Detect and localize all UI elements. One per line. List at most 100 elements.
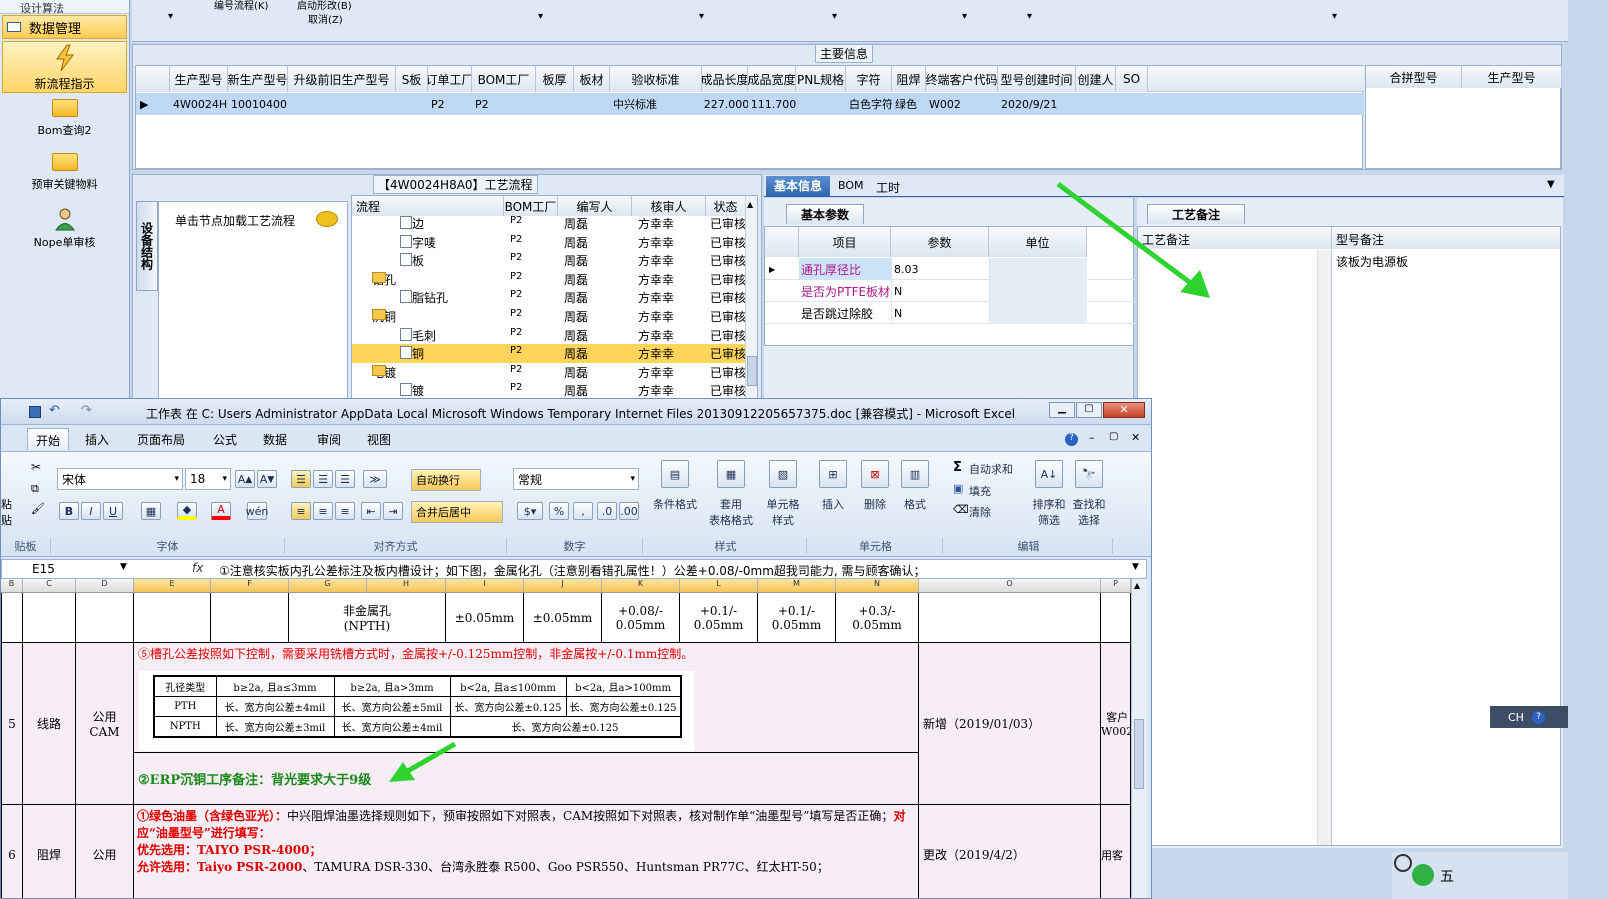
insert-cells-icon[interactable]: ⊞ [819, 460, 847, 488]
close-button[interactable]: ✕ [1103, 402, 1145, 418]
process-notes-textarea[interactable] [1138, 250, 1332, 845]
clear-button[interactable]: 清除 [969, 504, 991, 520]
ribbon-tab[interactable]: 数据 [255, 428, 295, 450]
param-value[interactable]: N [891, 302, 989, 324]
tree-scrollbar[interactable]: ▲ [745, 196, 757, 400]
nav-item-bom-query[interactable]: Bom查询2 [0, 95, 129, 149]
main-info-cell[interactable]: 2020/9/21 [998, 93, 1076, 115]
tree-row[interactable]: 沉铜 P2 周磊 方幸幸 已审核 [352, 344, 747, 363]
column-header[interactable]: L [680, 579, 758, 593]
main-info-cell[interactable] [536, 93, 574, 115]
main-info-cell[interactable]: 中兴标准 [610, 93, 702, 115]
ribbon-min-button[interactable]: – [1089, 431, 1095, 444]
align-left-icon[interactable]: ≡ [291, 502, 311, 520]
outdent-icon[interactable]: ⇤ [361, 502, 381, 520]
conditional-format-button[interactable]: 条件格式 [651, 496, 699, 512]
nav-item-new-process[interactable]: 新流程指示 [2, 41, 127, 93]
column-header[interactable]: N [836, 579, 919, 593]
cut-icon[interactable]: ✂ [31, 460, 41, 474]
main-info-cell[interactable]: 227.000 [702, 93, 748, 115]
tree-row[interactable]: 铣边 P2 周磊 方幸幸 已审核 [352, 214, 747, 233]
help-icon[interactable]: ? [1531, 710, 1545, 724]
find-select-icon[interactable]: 🔭 [1075, 460, 1103, 488]
nav-top-item[interactable]: 设计算法 [0, 0, 129, 15]
worksheet[interactable]: BCDEFGHIJKLMNOP 非金属孔 (NPTH) ±0.05mm ±0.0… [1, 579, 1131, 898]
delete-cells-icon[interactable]: ⊠ [861, 460, 889, 488]
align-middle-icon[interactable]: ☰ [313, 470, 333, 488]
nav-item-nope-review[interactable]: Nope单审核 [0, 203, 129, 257]
main-info-cell[interactable] [396, 93, 428, 115]
percent-icon[interactable]: % [549, 502, 569, 520]
tree-row[interactable]: ⊟沉铜 P2 周磊 方幸幸 已审核 [352, 307, 747, 326]
column-header[interactable]: M [758, 579, 836, 593]
fill-button[interactable]: 填充 [969, 483, 991, 499]
conditional-format-icon[interactable]: ▤ [661, 460, 689, 488]
ribbon-tab[interactable]: 页面布局 [129, 428, 193, 450]
column-header[interactable]: B [1, 579, 23, 593]
paste-label[interactable]: 粘贴 [1, 496, 15, 528]
tree-row[interactable]: ⊟电镀 P2 周磊 方幸幸 已审核 [352, 363, 747, 382]
vertical-tab-structure[interactable]: 设备结构 [136, 201, 158, 291]
maximize-button[interactable]: ▢ [1076, 402, 1102, 418]
merge-center-button[interactable]: 合并后居中 [411, 501, 503, 523]
ribbon-tab[interactable]: 插入 [77, 428, 117, 450]
sort-filter-icon[interactable]: A↓ [1035, 460, 1063, 488]
fill-icon[interactable]: ▣ [953, 482, 963, 495]
comma-icon[interactable]: , [573, 502, 593, 520]
dropdown-arrow-icon[interactable]: ▾ [168, 11, 173, 22]
nav-item-key-material[interactable]: 预审关键物料 [0, 149, 129, 203]
delete-cells-button[interactable]: 删除 [857, 496, 893, 512]
dropdown-arrow-icon[interactable]: ▾ [832, 11, 837, 22]
sort-filter-button[interactable]: 排序和 筛选 [1027, 496, 1071, 528]
main-info-cell[interactable] [574, 93, 610, 115]
main-info-cell[interactable] [1076, 93, 1116, 115]
column-header[interactable]: H [367, 579, 446, 593]
ribbon-restore-button[interactable]: ▢ [1109, 431, 1118, 442]
tree-row[interactable]: 打字唛 P2 周磊 方幸幸 已审核 [352, 233, 747, 252]
font-color-icon[interactable]: A [211, 502, 231, 520]
formula-text[interactable]: ①注意核实板内孔公差标注及板内槽设计；如下图，金属化孔（注意别看错孔属性！）公差… [219, 562, 926, 579]
tab-bom[interactable]: BOM [838, 179, 864, 192]
ribbon-tab[interactable]: 开始 [27, 428, 70, 450]
main-info-cell[interactable] [796, 93, 846, 115]
font-name-select[interactable]: 宋体 ▾ [57, 468, 183, 490]
main-info-row[interactable]: ▶ 4W0024H8A010010400159515 P2P2 中兴标准227.000… [136, 93, 1364, 115]
clock-icon[interactable] [1394, 854, 1412, 872]
param-value[interactable]: 8.03 [891, 258, 989, 280]
param-value[interactable]: N [891, 280, 989, 302]
bold-icon[interactable]: B [59, 502, 79, 520]
dropdown-arrow-icon[interactable]: ▾ [1027, 11, 1032, 22]
expand-formula-icon[interactable]: ▼ [1132, 562, 1139, 572]
shrink-font-icon[interactable]: A ▼ [257, 470, 277, 488]
model-note-text[interactable]: 该板为电源板 [1336, 253, 1408, 270]
copy-icon[interactable]: ⧉ [31, 482, 39, 496]
dropdown-arrow-icon[interactable]: ▾ [1332, 11, 1337, 22]
autosum-icon[interactable]: Σ [953, 460, 962, 475]
cell-style-button[interactable]: 单元格 样式 [759, 496, 807, 528]
cell-style-icon[interactable]: ▧ [769, 460, 797, 488]
indent-icon[interactable]: ⇥ [383, 502, 403, 520]
main-info-cell[interactable]: P2 [472, 93, 536, 115]
tree-row[interactable]: 树脂钻孔 P2 周磊 方幸幸 已审核 [352, 288, 747, 307]
column-header[interactable]: D [76, 579, 134, 593]
tree-row[interactable]: 去毛刺 P2 周磊 方幸幸 已审核 [352, 326, 747, 345]
format-cells-icon[interactable]: ▥ [901, 460, 929, 488]
font-size-select[interactable]: 18 ▾ [185, 468, 231, 490]
ribbon-tab[interactable]: 审阅 [309, 428, 349, 450]
main-info-cell[interactable] [288, 93, 396, 115]
main-info-cell[interactable]: 绿色 [892, 93, 926, 115]
border-icon[interactable]: ▦ [141, 502, 161, 520]
dropdown-arrow-icon[interactable]: ▾ [699, 11, 704, 22]
column-header[interactable]: C [23, 579, 76, 593]
italic-icon[interactable]: I [81, 502, 101, 520]
ribbon-tab[interactable]: 公式 [205, 428, 245, 450]
main-info-cell[interactable] [1116, 93, 1148, 115]
fill-color-icon[interactable]: ◆ [177, 502, 197, 520]
save-icon[interactable] [29, 406, 41, 418]
number-format-select[interactable]: 常规 ▾ [513, 468, 639, 490]
decrease-decimal-icon[interactable]: .00 [619, 502, 639, 520]
tab-basic-info[interactable]: 基本信息 [766, 176, 830, 197]
minimize-button[interactable]: ▁ [1049, 402, 1075, 418]
phonetic-icon[interactable]: wén [246, 502, 268, 520]
toolbar-item-3[interactable]: 取消(Z) [308, 11, 343, 26]
